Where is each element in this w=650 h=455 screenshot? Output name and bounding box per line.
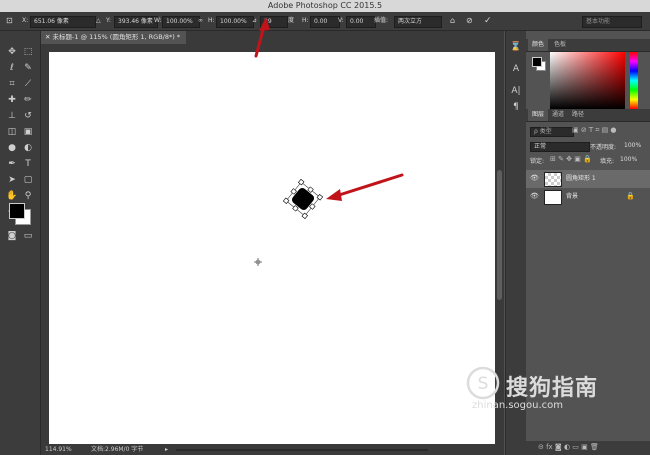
sogou-logo-icon: S	[466, 366, 500, 400]
watermark-brand: 搜狗指南	[506, 376, 599, 401]
watermark: S 搜狗指南 zhinan.sogou.com	[462, 362, 632, 412]
arrow-left-annotation	[326, 173, 404, 201]
svg-text:S: S	[478, 374, 489, 394]
watermark-url: zhinan.sogou.com	[472, 400, 564, 411]
arrow-up-annotation	[254, 17, 270, 58]
